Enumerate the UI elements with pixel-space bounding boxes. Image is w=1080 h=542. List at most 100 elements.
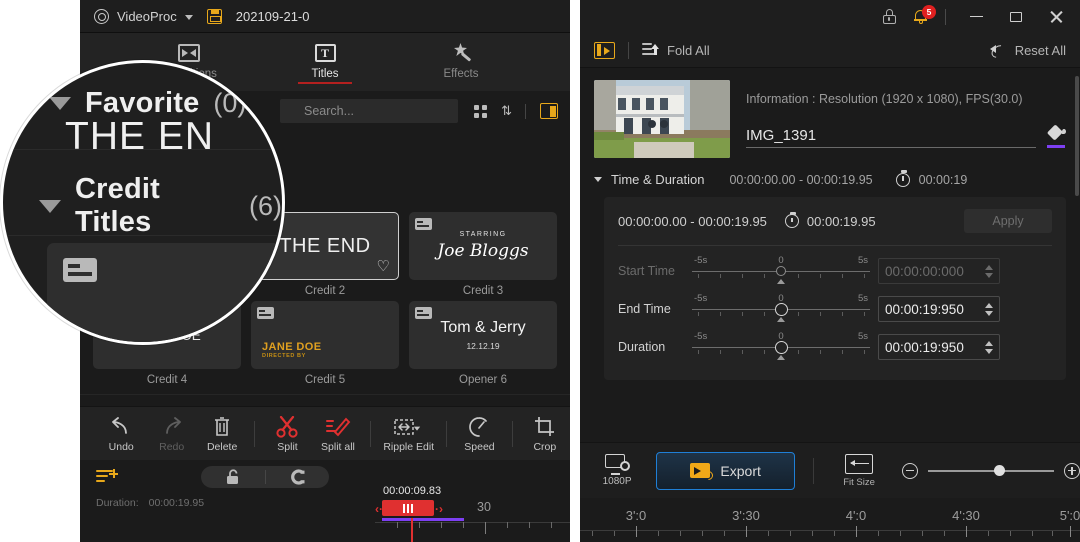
file-name-input[interactable]: IMG_1391 <box>746 127 1036 148</box>
undo-button[interactable]: Undo <box>96 415 146 453</box>
start-time-slider[interactable]: -5s 0 5s <box>692 255 870 286</box>
title-card-credit-3[interactable]: STARRING Joe Bloggs Credit 3 <box>409 212 557 297</box>
crop-button[interactable]: Crop <box>520 415 570 453</box>
duration-row: Duration -5s 0 5s 00:00:19:950 <box>618 328 1052 366</box>
preview-panel-icon[interactable] <box>594 41 615 59</box>
timeline-clip[interactable] <box>382 500 434 516</box>
reset-all-label[interactable]: Reset All <box>1015 43 1066 58</box>
panel-toggle-icon[interactable] <box>540 103 558 119</box>
zoom-in-icon[interactable] <box>1064 462 1080 479</box>
start-time-row: Start Time -5s 0 5s 00:00:00:000 <box>618 252 1052 290</box>
grid-view-icon[interactable] <box>474 104 488 118</box>
slider-tick-min: -5s <box>694 293 708 304</box>
end-time-slider[interactable]: -5s 0 5s <box>692 293 870 324</box>
effects-wand-icon <box>422 41 500 65</box>
stepper-arrows[interactable] <box>985 264 993 278</box>
apply-button[interactable]: Apply <box>964 209 1052 233</box>
paint-bucket-icon[interactable] <box>1046 124 1066 148</box>
track-toggle-group <box>201 466 329 488</box>
playhead[interactable] <box>411 518 413 542</box>
delete-button[interactable]: Delete <box>197 415 247 453</box>
speed-button[interactable]: Speed <box>454 415 504 453</box>
information-row: Information : Resolution (1920 x 1080), … <box>580 68 1080 158</box>
fold-all-label[interactable]: Fold All <box>667 43 710 58</box>
lock-icon[interactable] <box>882 9 897 24</box>
clip-thumbnail[interactable] <box>594 80 730 158</box>
maximize-button[interactable] <box>996 0 1036 33</box>
resolution-button[interactable]: 1080P <box>592 454 642 487</box>
template-badge-icon <box>415 307 432 319</box>
save-icon[interactable] <box>206 8 222 24</box>
card-thumbnail[interactable]: STARRING Joe Bloggs <box>409 212 557 280</box>
chevron-down-icon[interactable] <box>184 15 193 20</box>
tab-effects-label: Effects <box>443 68 479 80</box>
magnifier-callout: Favorite (0) Credit Titles (6) THE EN <box>0 60 285 345</box>
inspector-scrollbar[interactable] <box>1074 70 1080 442</box>
add-subtitle-icon[interactable] <box>96 468 118 485</box>
screenshot-root: VideoProc 202109-21-0 Transitions T Titl… <box>0 0 1080 542</box>
title-card-opener-6[interactable]: Tom & Jerry 12.12.19 Opener 6 <box>409 301 557 386</box>
card-secondary-text: 12.12.19 <box>466 341 500 351</box>
end-time-stepper[interactable]: 00:00:19:950 <box>878 296 1000 322</box>
group-name: Credit Titles <box>75 173 160 238</box>
timeline-ruler-right[interactable]: 3':0 3':30 4':0 4':30 5':0 <box>580 498 1080 542</box>
chevron-down-icon[interactable] <box>594 177 602 182</box>
reset-arrow-icon[interactable] <box>989 44 1007 57</box>
tab-titles[interactable]: T Titles <box>286 37 364 84</box>
ripple-edit-button[interactable]: Ripple Edit <box>378 415 439 453</box>
zoom-out-icon[interactable] <box>902 462 918 479</box>
file-name-row: IMG_1391 <box>746 124 1066 148</box>
slider-knob[interactable] <box>774 303 788 316</box>
fold-all-icon[interactable] <box>642 43 659 57</box>
export-play-icon <box>690 463 711 478</box>
start-time-stepper[interactable]: 00:00:00:000 <box>878 258 1000 284</box>
close-button[interactable] <box>1036 0 1076 33</box>
close-icon <box>1049 10 1063 24</box>
timeline-ruler-left[interactable]: 00:00:09.83 ‹· ·› 30 <box>375 484 570 542</box>
divider <box>618 245 1052 246</box>
ruler-label: 4':0 <box>845 508 867 523</box>
unlock-button[interactable] <box>201 466 265 488</box>
unlock-icon <box>227 469 239 484</box>
zoom-slider-knob[interactable] <box>993 465 1005 476</box>
tool-label: Redo <box>159 440 185 453</box>
magnet-button[interactable] <box>266 466 330 488</box>
card-caption: Credit 3 <box>462 285 504 297</box>
monitor-settings-icon <box>605 454 631 475</box>
row-label: Start Time <box>618 264 675 278</box>
duration-stepper[interactable]: 00:00:19:950 <box>878 334 1000 360</box>
group-header-subtitles[interactable]: Subtitles (4) <box>80 394 570 406</box>
split-button[interactable]: Split <box>262 415 312 453</box>
zoom-slider[interactable] <box>928 465 1054 476</box>
crop-icon <box>520 415 570 439</box>
export-button[interactable]: Export <box>656 451 796 490</box>
template-badge-icon <box>63 258 97 282</box>
card-primary-text: Tom & Jerry <box>440 319 526 336</box>
tab-effects[interactable]: Effects <box>422 37 500 80</box>
split-all-button[interactable]: Split all <box>313 415 363 453</box>
fit-size-button[interactable]: Fit Size <box>830 453 888 488</box>
card-caption: Credit 5 <box>304 374 346 386</box>
redo-button[interactable]: Redo <box>146 415 196 453</box>
clip-trim-right-handle[interactable]: ·› <box>435 502 443 516</box>
minimize-button[interactable] <box>956 0 996 33</box>
duration-slider[interactable]: -5s 0 5s <box>692 331 870 362</box>
sort-icon[interactable]: ⇅ <box>501 103 512 119</box>
row-label: Duration <box>618 340 666 354</box>
slider-knob[interactable] <box>774 341 788 354</box>
search-row-icons: ⇅ <box>474 103 558 119</box>
stepper-arrows[interactable] <box>985 340 993 354</box>
slider-knob[interactable] <box>776 266 786 276</box>
stepper-arrows[interactable] <box>985 302 993 316</box>
heart-icon[interactable]: ♡ <box>377 259 390 274</box>
time-duration-header[interactable]: Time & Duration 00:00:00.00 - 00:00:19.9… <box>580 158 1080 187</box>
section-label: Time & Duration <box>611 172 705 187</box>
search-input[interactable]: Search... <box>280 99 459 123</box>
card-thumbnail[interactable]: Tom & Jerry 12.12.19 <box>409 301 557 369</box>
ruler-label: 5':0 <box>1059 508 1080 523</box>
notification-bell-button[interactable]: 5 <box>913 4 936 25</box>
right-window-titlebar: 5 <box>580 0 1080 33</box>
group-count: (0) <box>213 88 247 118</box>
minimize-icon <box>969 15 983 18</box>
magnifier-content: Favorite (0) Credit Titles (6) THE EN <box>3 63 282 342</box>
